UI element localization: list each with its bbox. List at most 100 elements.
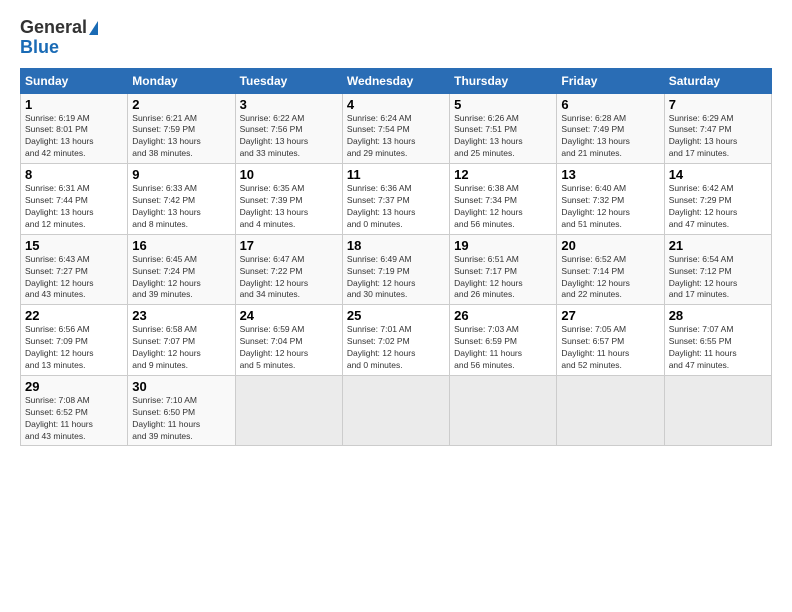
logo-general: General bbox=[20, 18, 87, 38]
day-info: Sunrise: 7:01 AM Sunset: 7:02 PM Dayligh… bbox=[347, 324, 445, 372]
calendar-cell bbox=[450, 375, 557, 446]
day-info: Sunrise: 6:58 AM Sunset: 7:07 PM Dayligh… bbox=[132, 324, 230, 372]
day-number: 3 bbox=[240, 97, 338, 112]
calendar-cell: 5Sunrise: 6:26 AM Sunset: 7:51 PM Daylig… bbox=[450, 93, 557, 164]
day-number: 27 bbox=[561, 308, 659, 323]
calendar-table: SundayMondayTuesdayWednesdayThursdayFrid… bbox=[20, 68, 772, 447]
day-number: 6 bbox=[561, 97, 659, 112]
day-info: Sunrise: 6:26 AM Sunset: 7:51 PM Dayligh… bbox=[454, 113, 552, 161]
calendar-cell: 24Sunrise: 6:59 AM Sunset: 7:04 PM Dayli… bbox=[235, 305, 342, 376]
day-info: Sunrise: 6:51 AM Sunset: 7:17 PM Dayligh… bbox=[454, 254, 552, 302]
day-number: 25 bbox=[347, 308, 445, 323]
day-number: 29 bbox=[25, 379, 123, 394]
calendar-cell: 21Sunrise: 6:54 AM Sunset: 7:12 PM Dayli… bbox=[664, 234, 771, 305]
header-day-friday: Friday bbox=[557, 68, 664, 93]
day-info: Sunrise: 6:52 AM Sunset: 7:14 PM Dayligh… bbox=[561, 254, 659, 302]
header: General Blue bbox=[20, 18, 772, 58]
day-info: Sunrise: 6:49 AM Sunset: 7:19 PM Dayligh… bbox=[347, 254, 445, 302]
logo-triangle-icon bbox=[89, 21, 98, 35]
week-row: 15Sunrise: 6:43 AM Sunset: 7:27 PM Dayli… bbox=[21, 234, 772, 305]
day-number: 12 bbox=[454, 167, 552, 182]
day-info: Sunrise: 6:33 AM Sunset: 7:42 PM Dayligh… bbox=[132, 183, 230, 231]
day-number: 19 bbox=[454, 238, 552, 253]
calendar-cell: 25Sunrise: 7:01 AM Sunset: 7:02 PM Dayli… bbox=[342, 305, 449, 376]
day-number: 17 bbox=[240, 238, 338, 253]
day-number: 7 bbox=[669, 97, 767, 112]
day-number: 1 bbox=[25, 97, 123, 112]
day-number: 21 bbox=[669, 238, 767, 253]
calendar-cell: 12Sunrise: 6:38 AM Sunset: 7:34 PM Dayli… bbox=[450, 164, 557, 235]
day-info: Sunrise: 6:22 AM Sunset: 7:56 PM Dayligh… bbox=[240, 113, 338, 161]
day-number: 28 bbox=[669, 308, 767, 323]
calendar-cell: 15Sunrise: 6:43 AM Sunset: 7:27 PM Dayli… bbox=[21, 234, 128, 305]
day-info: Sunrise: 6:40 AM Sunset: 7:32 PM Dayligh… bbox=[561, 183, 659, 231]
calendar-cell: 3Sunrise: 6:22 AM Sunset: 7:56 PM Daylig… bbox=[235, 93, 342, 164]
calendar-cell: 6Sunrise: 6:28 AM Sunset: 7:49 PM Daylig… bbox=[557, 93, 664, 164]
calendar-cell: 13Sunrise: 6:40 AM Sunset: 7:32 PM Dayli… bbox=[557, 164, 664, 235]
calendar-cell bbox=[342, 375, 449, 446]
header-day-tuesday: Tuesday bbox=[235, 68, 342, 93]
day-info: Sunrise: 6:29 AM Sunset: 7:47 PM Dayligh… bbox=[669, 113, 767, 161]
calendar-header: SundayMondayTuesdayWednesdayThursdayFrid… bbox=[21, 68, 772, 93]
calendar-cell: 10Sunrise: 6:35 AM Sunset: 7:39 PM Dayli… bbox=[235, 164, 342, 235]
week-row: 29Sunrise: 7:08 AM Sunset: 6:52 PM Dayli… bbox=[21, 375, 772, 446]
day-number: 5 bbox=[454, 97, 552, 112]
header-row: SundayMondayTuesdayWednesdayThursdayFrid… bbox=[21, 68, 772, 93]
day-number: 11 bbox=[347, 167, 445, 182]
calendar-cell: 30Sunrise: 7:10 AM Sunset: 6:50 PM Dayli… bbox=[128, 375, 235, 446]
logo: General Blue bbox=[20, 18, 98, 58]
day-number: 8 bbox=[25, 167, 123, 182]
day-number: 10 bbox=[240, 167, 338, 182]
day-info: Sunrise: 7:10 AM Sunset: 6:50 PM Dayligh… bbox=[132, 395, 230, 443]
week-row: 1Sunrise: 6:19 AM Sunset: 8:01 PM Daylig… bbox=[21, 93, 772, 164]
day-number: 13 bbox=[561, 167, 659, 182]
day-info: Sunrise: 6:59 AM Sunset: 7:04 PM Dayligh… bbox=[240, 324, 338, 372]
calendar-cell bbox=[664, 375, 771, 446]
header-day-thursday: Thursday bbox=[450, 68, 557, 93]
day-number: 16 bbox=[132, 238, 230, 253]
day-info: Sunrise: 6:35 AM Sunset: 7:39 PM Dayligh… bbox=[240, 183, 338, 231]
day-info: Sunrise: 6:54 AM Sunset: 7:12 PM Dayligh… bbox=[669, 254, 767, 302]
calendar-body: 1Sunrise: 6:19 AM Sunset: 8:01 PM Daylig… bbox=[21, 93, 772, 446]
day-number: 23 bbox=[132, 308, 230, 323]
day-number: 4 bbox=[347, 97, 445, 112]
calendar-cell: 17Sunrise: 6:47 AM Sunset: 7:22 PM Dayli… bbox=[235, 234, 342, 305]
day-info: Sunrise: 6:19 AM Sunset: 8:01 PM Dayligh… bbox=[25, 113, 123, 161]
calendar-cell: 7Sunrise: 6:29 AM Sunset: 7:47 PM Daylig… bbox=[664, 93, 771, 164]
header-day-sunday: Sunday bbox=[21, 68, 128, 93]
day-number: 26 bbox=[454, 308, 552, 323]
day-info: Sunrise: 7:03 AM Sunset: 6:59 PM Dayligh… bbox=[454, 324, 552, 372]
header-day-monday: Monday bbox=[128, 68, 235, 93]
header-day-saturday: Saturday bbox=[664, 68, 771, 93]
calendar-cell: 9Sunrise: 6:33 AM Sunset: 7:42 PM Daylig… bbox=[128, 164, 235, 235]
day-number: 2 bbox=[132, 97, 230, 112]
calendar-cell: 1Sunrise: 6:19 AM Sunset: 8:01 PM Daylig… bbox=[21, 93, 128, 164]
calendar-cell: 16Sunrise: 6:45 AM Sunset: 7:24 PM Dayli… bbox=[128, 234, 235, 305]
day-info: Sunrise: 6:21 AM Sunset: 7:59 PM Dayligh… bbox=[132, 113, 230, 161]
day-info: Sunrise: 6:24 AM Sunset: 7:54 PM Dayligh… bbox=[347, 113, 445, 161]
calendar-cell: 14Sunrise: 6:42 AM Sunset: 7:29 PM Dayli… bbox=[664, 164, 771, 235]
calendar-cell: 22Sunrise: 6:56 AM Sunset: 7:09 PM Dayli… bbox=[21, 305, 128, 376]
day-number: 18 bbox=[347, 238, 445, 253]
calendar-cell: 20Sunrise: 6:52 AM Sunset: 7:14 PM Dayli… bbox=[557, 234, 664, 305]
calendar-cell: 8Sunrise: 6:31 AM Sunset: 7:44 PM Daylig… bbox=[21, 164, 128, 235]
day-info: Sunrise: 7:07 AM Sunset: 6:55 PM Dayligh… bbox=[669, 324, 767, 372]
day-number: 22 bbox=[25, 308, 123, 323]
calendar-cell: 27Sunrise: 7:05 AM Sunset: 6:57 PM Dayli… bbox=[557, 305, 664, 376]
week-row: 22Sunrise: 6:56 AM Sunset: 7:09 PM Dayli… bbox=[21, 305, 772, 376]
day-info: Sunrise: 7:08 AM Sunset: 6:52 PM Dayligh… bbox=[25, 395, 123, 443]
day-info: Sunrise: 6:28 AM Sunset: 7:49 PM Dayligh… bbox=[561, 113, 659, 161]
calendar-cell: 19Sunrise: 6:51 AM Sunset: 7:17 PM Dayli… bbox=[450, 234, 557, 305]
header-day-wednesday: Wednesday bbox=[342, 68, 449, 93]
day-info: Sunrise: 6:45 AM Sunset: 7:24 PM Dayligh… bbox=[132, 254, 230, 302]
calendar-cell bbox=[235, 375, 342, 446]
calendar-cell: 11Sunrise: 6:36 AM Sunset: 7:37 PM Dayli… bbox=[342, 164, 449, 235]
calendar-cell: 18Sunrise: 6:49 AM Sunset: 7:19 PM Dayli… bbox=[342, 234, 449, 305]
day-info: Sunrise: 6:42 AM Sunset: 7:29 PM Dayligh… bbox=[669, 183, 767, 231]
day-info: Sunrise: 6:36 AM Sunset: 7:37 PM Dayligh… bbox=[347, 183, 445, 231]
calendar-cell bbox=[557, 375, 664, 446]
day-info: Sunrise: 7:05 AM Sunset: 6:57 PM Dayligh… bbox=[561, 324, 659, 372]
week-row: 8Sunrise: 6:31 AM Sunset: 7:44 PM Daylig… bbox=[21, 164, 772, 235]
day-info: Sunrise: 6:43 AM Sunset: 7:27 PM Dayligh… bbox=[25, 254, 123, 302]
calendar-cell: 2Sunrise: 6:21 AM Sunset: 7:59 PM Daylig… bbox=[128, 93, 235, 164]
